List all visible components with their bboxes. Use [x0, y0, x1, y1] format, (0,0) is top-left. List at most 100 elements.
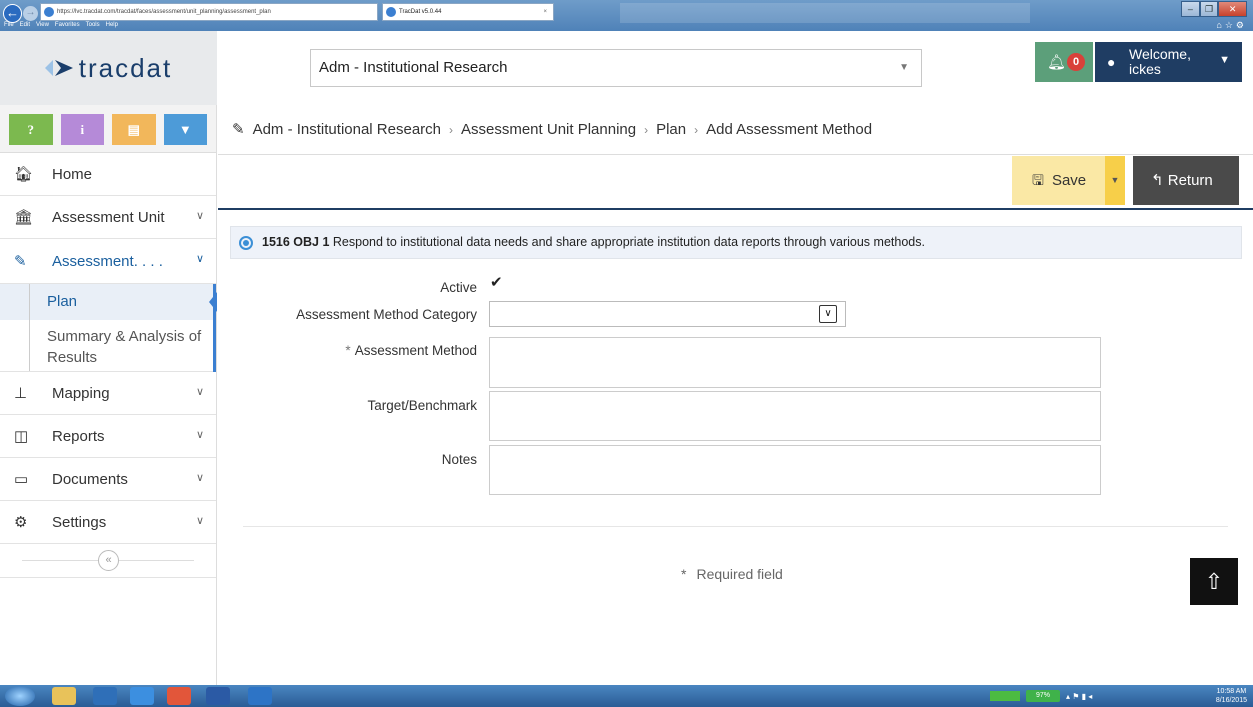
collapse-sidebar-icon[interactable]: « [98, 550, 119, 571]
sidebar-item-assessment-unit[interactable]: 🏛︎ Assessment Unit ∨ [0, 196, 216, 239]
minimize-icon[interactable]: – [1181, 1, 1200, 17]
battery-indicator[interactable]: 97% [1026, 690, 1060, 702]
pencil-icon: ✎ [232, 120, 245, 138]
assessment-method-field[interactable] [489, 337, 1101, 388]
sidebar-item-reports[interactable]: ◫ Reports ∨ [0, 415, 216, 458]
menu-help[interactable]: Help [106, 20, 118, 31]
chevron-down-icon: ∨ [195, 472, 204, 484]
system-tray: 97% ▴ ⚑ ▮ ◂ [990, 689, 1140, 703]
assessment-method-label-text: Assessment Method [354, 343, 477, 358]
info-button[interactable]: i [60, 114, 104, 145]
sidebar-item-label: Assessment. . . . [52, 252, 163, 270]
help-button[interactable]: ? [9, 114, 53, 145]
ie-tab-favicon [386, 7, 396, 17]
notes-label: Notes [441, 452, 477, 467]
breadcrumb-unit[interactable]: Adm - Institutional Research [253, 105, 441, 155]
assessment-method-category-select[interactable]: ∨ [489, 301, 846, 327]
file-explorer-icon[interactable] [52, 687, 76, 705]
sidebar-item-settings[interactable]: ⚙ Settings ∨ [0, 501, 216, 544]
menu-edit[interactable]: Edit [20, 20, 30, 31]
word-icon[interactable] [206, 687, 230, 705]
sidebar-item-mapping[interactable]: ⊥ Mapping ∨ [0, 372, 216, 415]
breadcrumb-separator-icon: › [644, 122, 649, 137]
notes-button[interactable]: ▤ [112, 114, 156, 145]
return-button[interactable]: ↰ Return [1133, 156, 1239, 205]
home-icon: 🏠︎ [14, 166, 34, 183]
browser-tools-icons[interactable]: ⌂☆⚙ [1216, 20, 1247, 31]
taskbar-clock[interactable]: 10:58 AM 8/16/2015 [1216, 687, 1247, 705]
scroll-top-home-icon[interactable]: ⇧ [1190, 558, 1238, 605]
username: ickes [1129, 61, 1161, 77]
outlook-icon[interactable] [248, 687, 272, 705]
close-tab-icon[interactable]: × [543, 4, 547, 20]
browser-tab[interactable]: TracDat v5.0.44 × [382, 3, 554, 21]
tray-icons[interactable]: ▴ ⚑ ▮ ◂ [1066, 692, 1092, 701]
sidebar-item-label: Settings [52, 513, 107, 531]
internet-explorer-icon[interactable] [130, 687, 154, 705]
windows-taskbar: 97% ▴ ⚑ ▮ ◂ 10:58 AM 8/16/2015 [0, 685, 1253, 707]
institution-icon: 🏛︎ [14, 209, 34, 226]
target-benchmark-field[interactable] [489, 391, 1101, 441]
ie-favicon [44, 7, 54, 17]
sidebar-item-documents[interactable]: ▭ Documents ∨ [0, 458, 216, 501]
menu-favorites[interactable]: Favorites [55, 20, 80, 31]
close-window-icon[interactable]: ✕ [1218, 1, 1248, 17]
background-window-ribbon [620, 3, 1030, 23]
unit-selector[interactable]: Adm - Institutional Research ▼ [310, 49, 922, 87]
assessment-method-label: * Assessment Method [345, 343, 477, 358]
forward-icon[interactable]: → [23, 6, 38, 21]
notes-field[interactable] [489, 445, 1101, 495]
sidebar-subitem-summary[interactable]: Summary & Analysis of Results [0, 320, 213, 372]
address-url: https://lvc.tracdat.com/tracdat/faces/as… [57, 9, 271, 15]
required-field-note: * Required field [681, 566, 783, 582]
sidebar-item-label: Mapping [52, 384, 110, 402]
dropdown-caret-icon: ▼ [899, 62, 909, 73]
chrome-icon[interactable] [167, 687, 191, 705]
action-toolbar: 🖫 Save ▼ ↰ Return [218, 155, 1253, 210]
menu-file[interactable]: File [4, 20, 14, 31]
save-options-dropdown[interactable]: ▼ [1105, 156, 1125, 205]
active-checkbox[interactable]: ✔ [490, 275, 505, 291]
breadcrumb-plan[interactable]: Plan [656, 105, 686, 155]
address-bar[interactable]: https://lvc.tracdat.com/tracdat/faces/as… [40, 3, 378, 21]
objective-text: Respond to institutional data needs and … [332, 235, 925, 249]
browser-menubar: File Edit View Favorites Tools Help [0, 20, 420, 31]
breadcrumb-planning[interactable]: Assessment Unit Planning [461, 105, 636, 155]
welcome-text: Welcome, [1129, 46, 1191, 62]
floppy-disk-icon: 🖫 [1032, 172, 1044, 188]
sidebar-subitem-plan[interactable]: Plan [0, 284, 217, 320]
required-note-text: Required field [696, 566, 783, 582]
menu-view[interactable]: View [36, 20, 49, 31]
signal-icon [990, 691, 1020, 701]
logo-arrow-icon [44, 59, 73, 77]
target-benchmark-label: Target/Benchmark [367, 398, 477, 413]
media-player-icon[interactable] [93, 687, 117, 705]
category-label: Assessment Method Category [296, 307, 477, 322]
notifications-button[interactable]: 🔔︎ 0 [1035, 42, 1093, 82]
quick-action-row: ? i ▤ ▼ [0, 105, 216, 153]
sidebar-item-label: Reports [52, 427, 105, 445]
start-button-icon[interactable] [5, 686, 35, 706]
pencil-icon: ✎ [14, 253, 27, 270]
tracdat-logo[interactable]: tracdat [0, 31, 217, 105]
notification-count-badge: 0 [1067, 53, 1085, 71]
sidebar-item-label: Assessment Unit [52, 208, 165, 226]
filter-button[interactable]: ▼ [163, 114, 207, 145]
return-label: Return [1167, 172, 1213, 189]
clock-date: 8/16/2015 [1215, 697, 1247, 704]
app-header: tracdat Adm - Institutional Research ▼ 🔔… [0, 31, 1253, 105]
breadcrumb-separator-icon: › [449, 122, 453, 137]
menu-tools[interactable]: Tools [86, 20, 100, 31]
tab-title: TracDat v5.0.44 [399, 9, 442, 15]
sidebar-item-assessment[interactable]: ✎ Assessment. . . . ∨ [0, 239, 216, 284]
user-menu-button[interactable]: ● Welcome, ickes ▼ [1095, 42, 1242, 82]
save-button[interactable]: 🖫 Save [1012, 156, 1105, 205]
folder-icon: ▭ [14, 471, 29, 488]
sidebar-item-home[interactable]: 🏠︎ Home [0, 153, 216, 196]
maximize-icon[interactable]: ❐ [1199, 1, 1219, 17]
browser-chrome: ← → https://lvc.tracdat.com/tracdat/face… [0, 0, 1253, 31]
sidebar: ? i ▤ ▼ 🏠︎ Home 🏛︎ Assessment Unit ∨ ✎ A… [0, 105, 217, 685]
target-icon [239, 236, 253, 250]
form-divider [243, 526, 1228, 527]
objective-banner: 1516 OBJ 1 Respond to institutional data… [230, 226, 1242, 259]
